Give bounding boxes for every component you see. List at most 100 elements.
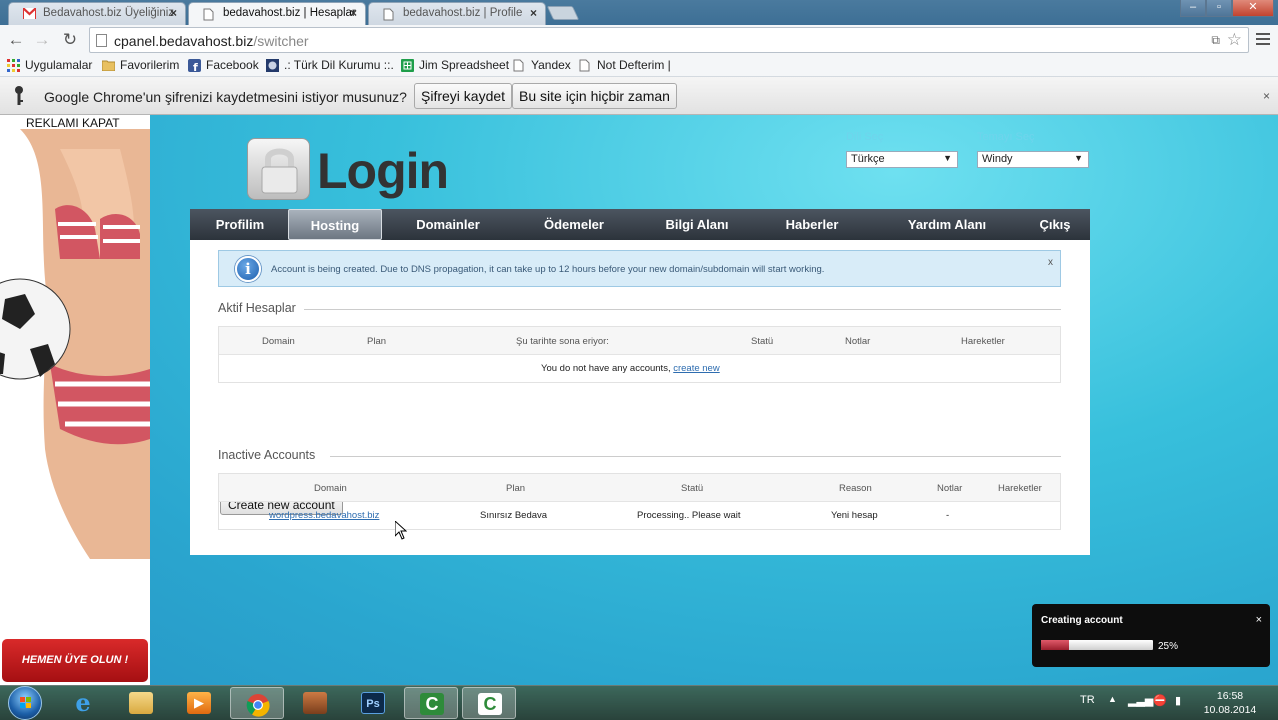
spreadsheet-icon xyxy=(401,59,414,72)
tab-label: bedavahost.biz | Profile xyxy=(403,7,523,19)
progress-bar xyxy=(1041,640,1153,650)
tray-expand-icon[interactable]: ▲ xyxy=(1108,694,1117,704)
alert-close-icon[interactable]: x xyxy=(1048,257,1053,268)
network-error-icon[interactable]: ⛔ xyxy=(1153,694,1167,707)
column-header: Şu tarihte sona eriyor: xyxy=(516,336,609,347)
taskbar-app[interactable] xyxy=(288,687,342,719)
page-title: Login xyxy=(317,143,449,199)
bookmark-tdk[interactable]: .: Türk Dil Kurumu ::. xyxy=(266,58,394,72)
key-icon xyxy=(14,86,24,106)
nav-cikis[interactable]: Çıkış xyxy=(1030,209,1080,240)
minimize-button[interactable]: – xyxy=(1180,0,1206,17)
main-panel: Profilim Hosting Domainler Ödemeler Bilg… xyxy=(190,209,1090,555)
table-header: Domain Plan Statü Reason Notlar Hareketl… xyxy=(219,474,1060,502)
column-header: Domain xyxy=(262,336,295,347)
forward-arrow-icon[interactable]: → xyxy=(32,30,52,50)
nav-bilgi-alani[interactable]: Bilgi Alanı xyxy=(654,209,740,240)
media-player-icon: ▶ xyxy=(187,692,211,714)
taskbar-photoshop[interactable]: Ps xyxy=(346,687,400,719)
bookmark-favorilerim[interactable]: Favorilerim xyxy=(101,58,179,72)
power-icon[interactable]: ▮ xyxy=(1175,694,1181,707)
system-clock[interactable]: 16:58 10.08.2014 xyxy=(1203,689,1257,717)
taskbar-camtasia-recorder[interactable]: C xyxy=(462,687,516,719)
close-icon[interactable]: × xyxy=(170,6,177,20)
bookmark-not-defterim[interactable]: Not Defterim | xyxy=(579,58,671,72)
join-now-button[interactable]: HEMEN ÜYE OLUN ! xyxy=(2,639,148,682)
nav-profilim[interactable]: Profilim xyxy=(204,209,276,240)
bookmark-apps[interactable]: Uygulamalar xyxy=(7,58,92,72)
start-button[interactable] xyxy=(8,686,42,720)
theme-select[interactable]: Windy ▼ xyxy=(977,151,1089,168)
network-signal-icon[interactable]: ▂▃▅ xyxy=(1128,694,1153,707)
taskbar-ie[interactable]: e xyxy=(56,687,110,719)
tab-hesaplar[interactable]: bedavahost.biz | Hesaplar × xyxy=(188,2,366,25)
nav-domainler[interactable]: Domainler xyxy=(400,209,496,240)
folder-icon xyxy=(101,59,116,72)
progress-toast: Creating account × 25% xyxy=(1032,604,1270,667)
ad-image xyxy=(0,129,150,559)
bookmark-star-icon[interactable]: ☆ xyxy=(1227,30,1242,50)
alert-text: Account is being created. Due to DNS pro… xyxy=(271,264,825,275)
taskbar-camtasia[interactable]: C xyxy=(404,687,458,719)
close-icon[interactable]: × xyxy=(530,6,537,20)
close-icon[interactable]: × xyxy=(1263,89,1270,103)
password-infobar: Google Chrome'un şifrenizi kaydetmesini … xyxy=(0,77,1278,115)
save-password-button[interactable]: Şifreyi kaydet xyxy=(414,83,513,109)
bookmark-jim-spreadsheet[interactable]: Jim Spreadsheet xyxy=(401,58,509,72)
new-tab-button[interactable] xyxy=(546,6,580,20)
tab-label: Bedavahost.biz Üyeliğiniz xyxy=(43,7,175,19)
back-arrow-icon[interactable]: ← xyxy=(6,30,26,50)
browser-tabstrip: Bedavahost.biz Üyeliğiniz × bedavahost.b… xyxy=(0,0,1278,25)
info-icon: i xyxy=(235,256,261,282)
browser-toolbar: ← → ↻ cpanel.bedavahost.biz/switcher ⧉ ☆ xyxy=(0,25,1278,55)
page-icon xyxy=(579,59,592,72)
maximize-button[interactable]: ▫ xyxy=(1206,0,1232,17)
facebook-icon: f xyxy=(188,59,201,74)
page-icon xyxy=(96,34,107,47)
domain-link[interactable]: wordpress.bedavahost.biz xyxy=(269,510,379,521)
bookmark-yandex[interactable]: Yandex xyxy=(513,58,571,72)
tab-profile[interactable]: bedavahost.biz | Profile × xyxy=(368,2,546,25)
tab-gmail[interactable]: Bedavahost.biz Üyeliğiniz × xyxy=(8,2,186,25)
progress-fill xyxy=(1041,640,1069,650)
nav-odemeler[interactable]: Ödemeler xyxy=(530,209,618,240)
never-save-button[interactable]: Bu site için hiçbir zaman xyxy=(512,83,677,109)
windows-logo-icon xyxy=(20,697,31,708)
window-close-button[interactable]: ✕ xyxy=(1232,0,1274,17)
taskbar-explorer[interactable] xyxy=(114,687,168,719)
menu-icon[interactable] xyxy=(1256,33,1270,48)
dropdown-arrow-icon: ▼ xyxy=(1074,153,1083,163)
page-content: REKLAMI KAPAT HEMEN ÜYE OLUN ! Login Dil… xyxy=(0,115,1278,685)
taskbar-media-player[interactable]: ▶ xyxy=(172,687,226,719)
reload-icon[interactable]: ↻ xyxy=(60,30,80,50)
translate-icon[interactable]: ⧉ xyxy=(1211,33,1220,48)
info-alert: i Account is being created. Due to DNS p… xyxy=(218,250,1061,287)
close-icon[interactable]: × xyxy=(350,6,357,20)
plan-cell: Sınırsız Bedava xyxy=(480,510,548,521)
close-icon[interactable]: × xyxy=(1256,614,1262,626)
column-header: Notlar xyxy=(937,483,963,494)
camtasia-icon: C xyxy=(420,693,444,715)
tdk-logo-icon xyxy=(266,59,279,72)
create-new-link[interactable]: create new xyxy=(673,363,719,374)
section-divider xyxy=(290,309,1061,310)
folder-icon xyxy=(129,692,153,714)
reason-cell: Yeni hesap xyxy=(831,510,878,521)
nav-haberler[interactable]: Haberler xyxy=(774,209,850,240)
nav-yardim-alani[interactable]: Yardım Alanı xyxy=(892,209,1002,240)
notes-cell: - xyxy=(946,510,950,521)
address-bar[interactable]: cpanel.bedavahost.biz/switcher ⧉ ☆ xyxy=(89,27,1249,53)
close-ad-link[interactable]: REKLAMI KAPAT xyxy=(26,116,120,130)
language-indicator[interactable]: TR xyxy=(1080,694,1095,706)
page-icon xyxy=(203,8,214,21)
taskbar-chrome[interactable] xyxy=(230,687,284,719)
nav-hosting[interactable]: Hosting xyxy=(288,209,382,240)
gmail-icon xyxy=(22,7,37,21)
mouse-cursor-icon xyxy=(395,521,407,540)
language-select[interactable]: Türkçe ▼ xyxy=(846,151,958,168)
bookmark-facebook[interactable]: f Facebook xyxy=(188,58,259,74)
column-header: Statü xyxy=(751,336,774,347)
progress-label: 25% xyxy=(1158,641,1179,652)
bookmarks-bar: Uygulamalar Favorilerim f Facebook .: Tü… xyxy=(0,55,1278,77)
camtasia-recorder-icon: C xyxy=(478,693,502,715)
